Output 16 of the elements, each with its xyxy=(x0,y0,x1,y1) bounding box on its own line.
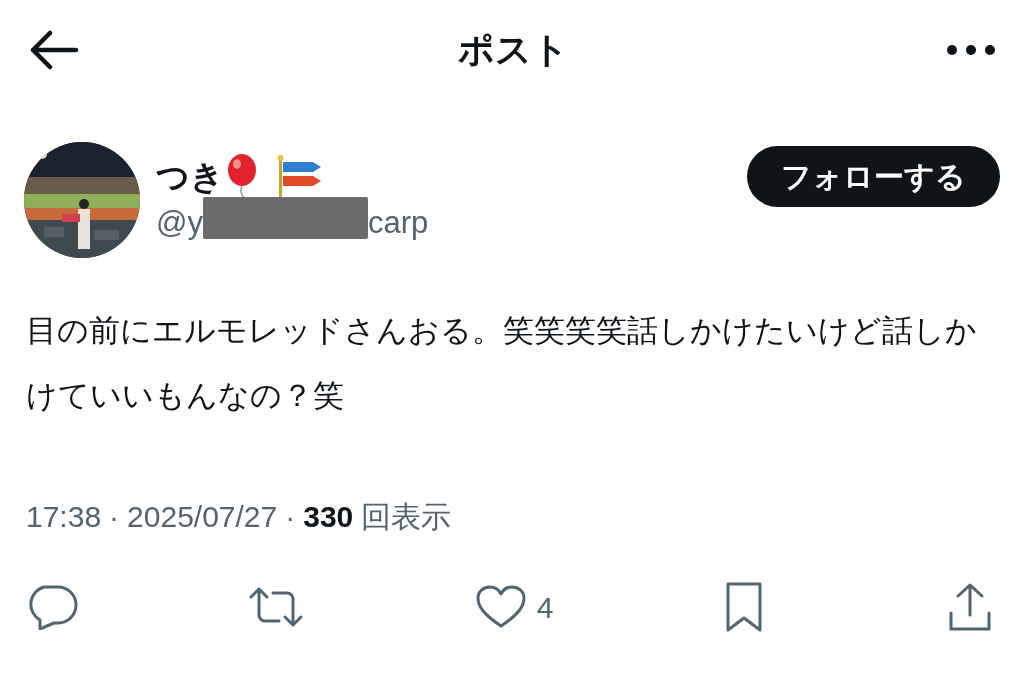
post-text: 目の前にエルモレッドさんおる。笑笑笑笑話しかけたいけど話しかけていいもんなの？笑 xyxy=(26,312,978,414)
separator-dot: · xyxy=(109,499,120,535)
post-date: 2025/07/27 xyxy=(127,499,278,535)
user-name[interactable]: つき xyxy=(156,156,224,197)
post-time: 17:38 xyxy=(26,499,102,535)
user-handle: @y xyxy=(156,203,203,242)
view-count: 330 xyxy=(303,499,354,535)
more-icon[interactable] xyxy=(946,44,996,56)
separator-dot: · xyxy=(285,499,296,535)
user-handle: carp xyxy=(368,203,429,242)
like-count: 4 xyxy=(536,589,554,626)
back-icon[interactable] xyxy=(28,30,80,70)
follow-button[interactable]: フォローする xyxy=(747,146,1000,207)
page-title: ポスト xyxy=(457,28,569,72)
views-label: 回表示 xyxy=(361,499,452,535)
heart-icon[interactable] xyxy=(474,584,527,630)
